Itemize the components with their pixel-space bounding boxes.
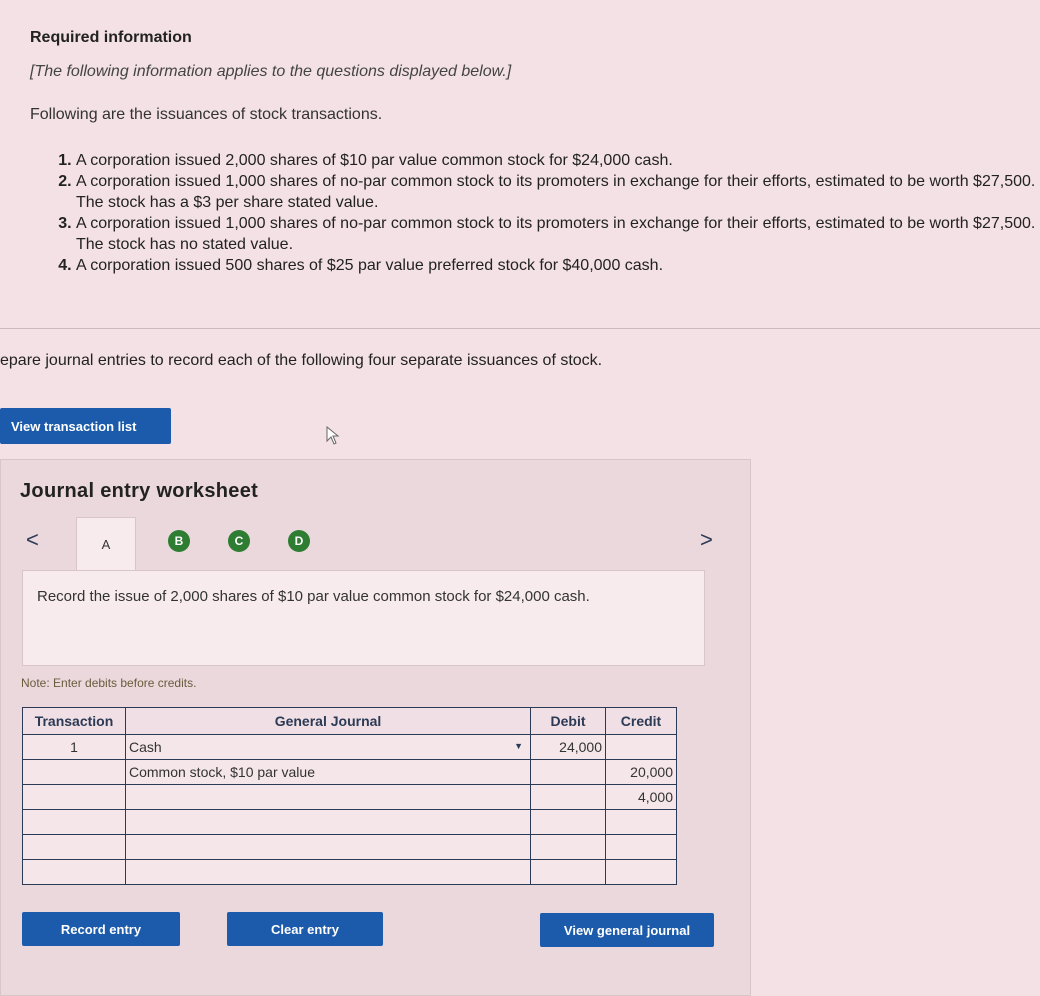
col-general-journal: General Journal xyxy=(125,707,531,735)
transaction-number xyxy=(22,784,126,810)
account-select[interactable]: Common stock, $10 par value xyxy=(125,759,531,785)
account-select[interactable] xyxy=(125,809,531,835)
debit-input[interactable]: 24,000 xyxy=(530,734,606,760)
account-name: Cash xyxy=(129,739,162,755)
intro-text: Following are the issuances of stock tra… xyxy=(30,106,383,123)
credit-input[interactable]: 4,000 xyxy=(605,784,677,810)
journal-table: Transaction General Journal Debit Credit… xyxy=(22,707,677,885)
debit-credit-note: Note: Enter debits before credits. xyxy=(21,676,197,690)
transaction-number xyxy=(22,759,126,785)
table-row: Common stock, $10 par value 20,000 xyxy=(22,759,677,785)
col-transaction: Transaction xyxy=(22,707,126,735)
account-select[interactable]: Cash ▼ xyxy=(125,734,531,760)
prev-entry-chevron-icon[interactable]: < xyxy=(26,527,39,553)
credit-input[interactable] xyxy=(605,859,677,885)
table-row xyxy=(22,809,677,835)
debit-input[interactable] xyxy=(530,809,606,835)
account-select[interactable] xyxy=(125,784,531,810)
transaction-item: A corporation issued 1,000 shares of no-… xyxy=(76,171,1040,213)
dropdown-arrow-icon[interactable]: ▼ xyxy=(514,741,523,751)
table-row: 1 Cash ▼ 24,000 xyxy=(22,734,677,760)
question-prompt: epare journal entries to record each of … xyxy=(0,352,603,369)
credit-input[interactable] xyxy=(605,809,677,835)
tab-a[interactable]: A xyxy=(76,517,136,571)
debit-input[interactable] xyxy=(530,859,606,885)
col-debit: Debit xyxy=(530,707,606,735)
clear-entry-button[interactable]: Clear entry xyxy=(227,912,383,946)
table-row xyxy=(22,859,677,885)
record-entry-button[interactable]: Record entry xyxy=(22,912,180,946)
tab-c[interactable]: C xyxy=(228,530,250,552)
transaction-item: A corporation issued 2,000 shares of $10… xyxy=(76,150,1040,171)
tab-d[interactable]: D xyxy=(288,530,310,552)
view-transaction-list-button[interactable]: View transaction list xyxy=(0,408,171,444)
debit-input[interactable] xyxy=(530,784,606,810)
col-credit: Credit xyxy=(605,707,677,735)
credit-input[interactable]: 20,000 xyxy=(605,759,677,785)
account-select[interactable] xyxy=(125,834,531,860)
transaction-item: A corporation issued 500 shares of $25 p… xyxy=(76,255,1040,276)
table-row xyxy=(22,834,677,860)
credit-input[interactable] xyxy=(605,734,677,760)
transaction-number: 1 xyxy=(22,734,126,760)
info-note: [The following information applies to th… xyxy=(30,63,512,80)
view-general-journal-button[interactable]: View general journal xyxy=(540,913,714,947)
credit-input[interactable] xyxy=(605,834,677,860)
transaction-number xyxy=(22,859,126,885)
section-divider xyxy=(0,328,1040,329)
entry-description: Record the issue of 2,000 shares of $10 … xyxy=(37,588,590,605)
next-entry-chevron-icon[interactable]: > xyxy=(700,527,713,553)
entry-description-box: Record the issue of 2,000 shares of $10 … xyxy=(22,570,705,666)
transaction-item: A corporation issued 1,000 shares of no-… xyxy=(76,213,1040,255)
debit-input[interactable] xyxy=(530,759,606,785)
account-select[interactable] xyxy=(125,859,531,885)
required-info-title: Required information xyxy=(30,29,192,46)
transaction-number xyxy=(22,834,126,860)
mouse-pointer-icon xyxy=(326,426,340,445)
transaction-list: A corporation issued 2,000 shares of $10… xyxy=(40,150,1040,276)
table-row: 4,000 xyxy=(22,784,677,810)
worksheet-title: Journal entry worksheet xyxy=(20,480,259,502)
transaction-number xyxy=(22,809,126,835)
tab-b[interactable]: B xyxy=(168,530,190,552)
debit-input[interactable] xyxy=(530,834,606,860)
